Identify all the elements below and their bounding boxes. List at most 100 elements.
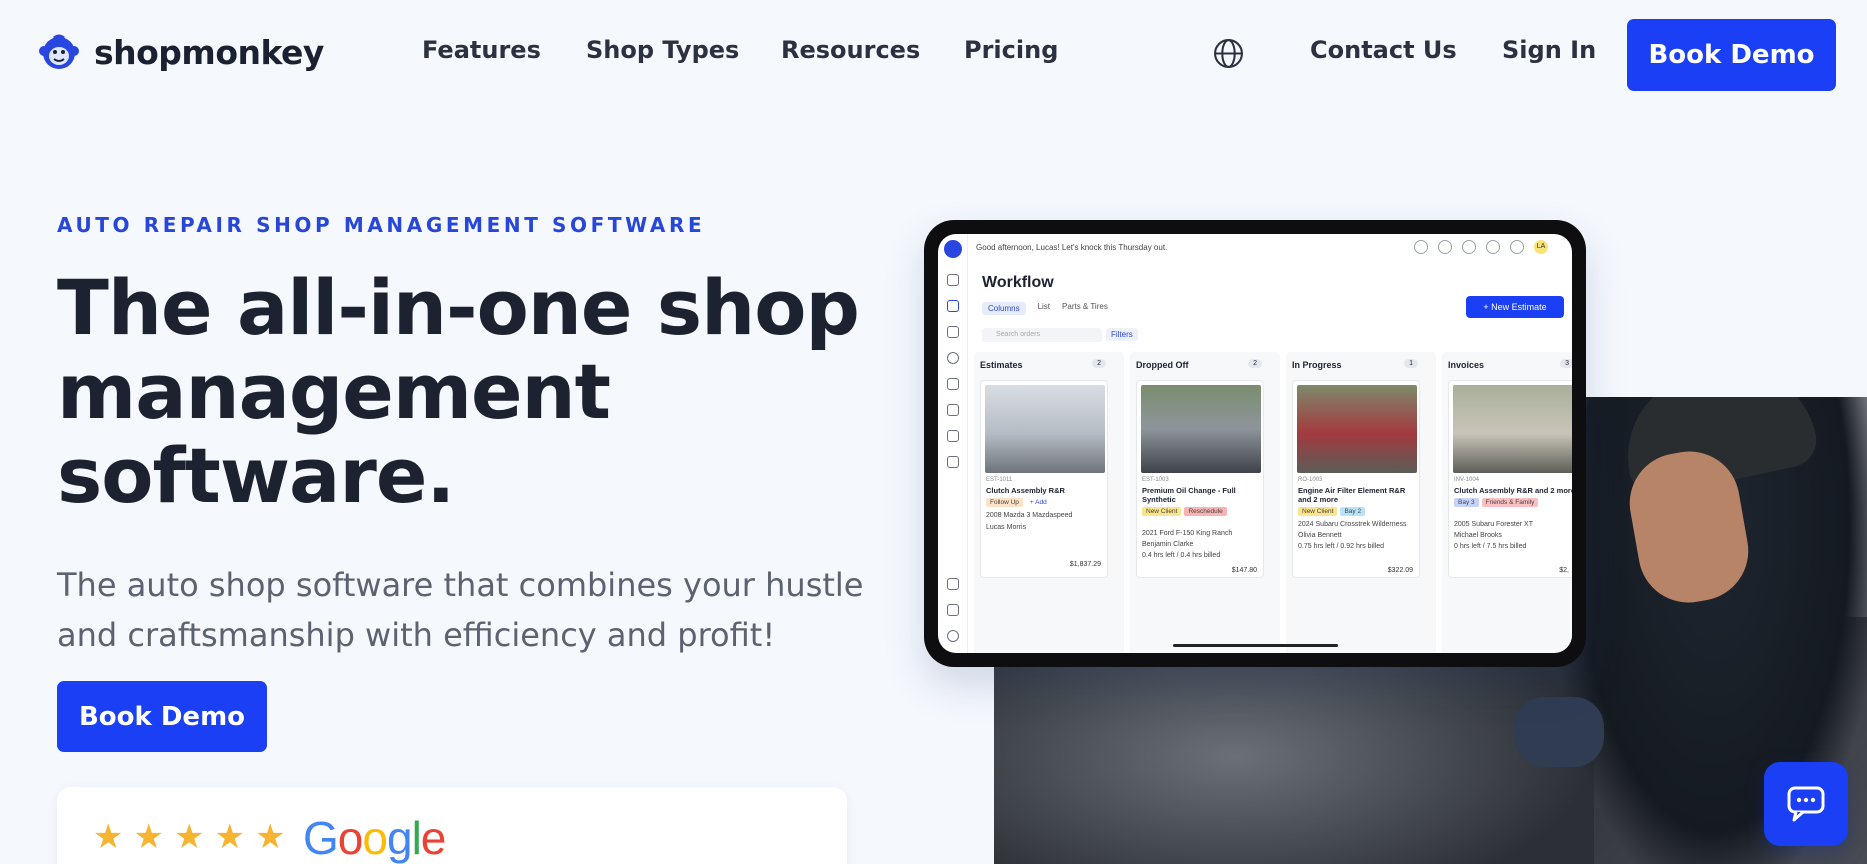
view-tabs: Columns List Parts & Tires — [982, 302, 1108, 315]
order-amount: $322.09 — [1387, 567, 1413, 574]
bell-icon[interactable] — [1510, 240, 1524, 254]
tablet-mockup: Good afternoon, Lucas! Let's knock this … — [924, 220, 1586, 667]
order-card[interactable]: INV-1004 Clutch Assembly R&R and 2 more … — [1448, 380, 1572, 578]
star-icon: ★ — [93, 817, 124, 857]
rating-stars: ★ ★ ★ ★ ★ — [93, 820, 285, 854]
tag[interactable]: Friends & Family — [1481, 498, 1539, 507]
order-card[interactable]: EST-1003 Premium Oil Change - Full Synth… — [1136, 380, 1264, 578]
order-amount: $2, — [1559, 567, 1569, 574]
list-icon[interactable] — [947, 430, 959, 442]
home-indicator — [1173, 644, 1338, 647]
lane-title: In Progress — [1292, 360, 1342, 370]
lane-count: 3 — [1560, 359, 1572, 368]
nav-signin[interactable]: Sign In — [1502, 36, 1596, 64]
chat-icon[interactable] — [1486, 240, 1500, 254]
app-sidebar — [938, 234, 968, 653]
hero-subtitle: The auto shop software that combines you… — [57, 566, 864, 654]
lane-estimates: Estimates 2 EST-1011 Clutch Assembly R&R… — [974, 352, 1124, 653]
hero-headline: The all-in-one shop management software. — [57, 263, 860, 520]
tag[interactable]: Bay 2 — [1340, 507, 1366, 516]
nav-resources[interactable]: Resources — [781, 36, 920, 64]
lane-dropped-off: Dropped Off 2 EST-1003 Premium Oil Chang… — [1130, 352, 1280, 653]
customer: Benjamin Clarke — [1142, 541, 1194, 548]
lane-invoices: Invoices 3 INV-1004 Clutch Assembly R&R … — [1442, 352, 1572, 653]
lane-title: Estimates — [980, 360, 1023, 370]
nav-contact[interactable]: Contact Us — [1310, 36, 1457, 64]
nav-features[interactable]: Features — [422, 36, 541, 64]
car-photo — [985, 385, 1105, 473]
hero-eyebrow: AUTO REPAIR SHOP MANAGEMENT SOFTWARE — [57, 213, 706, 237]
vehicle: 2021 Ford F-150 King Ranch — [1142, 530, 1233, 537]
calendar-icon[interactable] — [947, 326, 959, 338]
nav-shop-types[interactable]: Shop Types — [586, 36, 739, 64]
dashboard-icon[interactable] — [947, 274, 959, 286]
tab-columns[interactable]: Columns — [982, 302, 1026, 315]
vehicle: 2005 Subaru Forester XT — [1454, 521, 1533, 528]
order-id: RO-1003 — [1298, 477, 1323, 483]
tab-parts-tires[interactable]: Parts & Tires — [1062, 302, 1108, 315]
add-tag[interactable]: + Add — [1026, 498, 1051, 507]
vehicle-icon[interactable] — [947, 404, 959, 416]
monkey-logo-icon — [39, 34, 79, 69]
reports-icon[interactable] — [947, 456, 959, 468]
lane-title: Dropped Off — [1136, 360, 1189, 370]
order-name: Engine Air Filter Element R&R and 2 more — [1298, 486, 1406, 504]
review-card: ★ ★ ★ ★ ★ Google — [57, 787, 847, 864]
lane-title: Invoices — [1448, 360, 1485, 370]
lane-count: 2 — [1248, 359, 1262, 368]
top-nav: shopmonkey Features Shop Types Resources… — [0, 0, 1867, 106]
order-id: INV-1004 — [1454, 477, 1480, 483]
app-logo-icon — [944, 240, 962, 258]
order-name: Clutch Assembly R&R and 2 more — [1454, 486, 1572, 495]
app-greeting: Good afternoon, Lucas! Let's knock this … — [976, 243, 1168, 252]
star-icon: ★ — [214, 817, 245, 857]
order-amount: $1,837.29 — [1069, 561, 1101, 568]
order-id: EST-1003 — [1142, 477, 1169, 483]
google-logo: Google — [303, 812, 446, 864]
history-icon[interactable] — [1414, 240, 1428, 254]
order-card[interactable]: RO-1003 Engine Air Filter Element R&R an… — [1292, 380, 1420, 578]
lane-count: 1 — [1404, 359, 1418, 368]
order-amount: $147.80 — [1231, 567, 1257, 574]
search-icon[interactable] — [1438, 240, 1452, 254]
tab-list[interactable]: List — [1038, 302, 1050, 315]
book-icon[interactable] — [947, 604, 959, 616]
tag[interactable]: Follow Up — [986, 498, 1023, 507]
nav-book-demo-button[interactable]: Book Demo — [1627, 19, 1836, 91]
nav-pricing[interactable]: Pricing — [964, 36, 1058, 64]
clock-icon[interactable] — [947, 352, 959, 364]
brand-name: shopmonkey — [94, 32, 324, 72]
workflow-icon[interactable] — [947, 300, 959, 312]
tag[interactable]: Reschedule — [1184, 507, 1227, 516]
hero-book-demo-button[interactable]: Book Demo — [57, 681, 267, 752]
order-id: EST-1011 — [986, 477, 1013, 483]
star-icon: ★ — [254, 817, 286, 857]
parts-icon[interactable] — [947, 378, 959, 390]
vehicle: 2024 Subaru Crosstrek Wilderness — [1298, 521, 1407, 528]
customer: Michael Brooks — [1454, 532, 1502, 539]
add-icon[interactable] — [1462, 240, 1476, 254]
rocket-icon[interactable] — [947, 578, 959, 590]
customer: Olivia Bennett — [1298, 532, 1342, 539]
globe-icon[interactable] — [1213, 38, 1244, 69]
settings-icon[interactable] — [947, 630, 959, 642]
app-toolbar: LA — [1414, 240, 1548, 254]
app-screen: Good afternoon, Lucas! Let's knock this … — [938, 234, 1572, 653]
tag[interactable]: Bay 3 — [1454, 498, 1479, 507]
chat-bubble-icon — [1787, 786, 1825, 822]
car-photo — [1141, 385, 1261, 473]
lane-count: 2 — [1092, 359, 1106, 368]
chat-widget-button[interactable] — [1764, 762, 1848, 846]
avatar[interactable]: LA — [1534, 240, 1548, 254]
order-card[interactable]: EST-1011 Clutch Assembly R&R Follow Up + … — [980, 380, 1108, 578]
brand-logo[interactable]: shopmonkey — [38, 31, 324, 73]
filters-button[interactable]: Filters — [1106, 328, 1138, 341]
tag[interactable]: New Client — [1142, 507, 1182, 516]
new-estimate-button[interactable]: + New Estimate — [1466, 296, 1564, 318]
star-icon: ★ — [133, 817, 164, 857]
tag[interactable]: New Client — [1298, 507, 1338, 516]
order-search-input[interactable]: Search orders — [982, 328, 1102, 342]
order-name: Clutch Assembly R&R — [986, 486, 1065, 495]
hours: 0.75 hrs left / 0.92 hrs billed — [1298, 543, 1384, 550]
hours: 0 hrs left / 7.5 hrs billed — [1454, 543, 1527, 550]
